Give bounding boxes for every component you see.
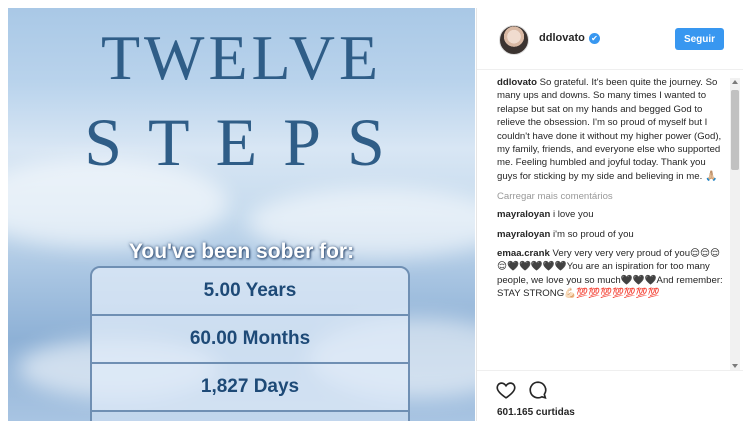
comment-item: mayraloyan i'm so proud of you: [497, 228, 723, 241]
comment-username[interactable]: mayraloyan: [497, 209, 550, 220]
sobriety-counter: 5.00 Years 60.00 Months 1,827 Days: [90, 266, 410, 421]
post-image[interactable]: TWELVE STEPS You've been sober for: 5.00…: [8, 8, 475, 421]
scroll-thumb[interactable]: [731, 90, 739, 170]
post-header: ddlovato ✔ Seguir: [477, 8, 743, 70]
avatar[interactable]: [499, 25, 529, 55]
counter-days: 1,827 Days: [92, 364, 408, 412]
caption-text: So grateful. It's been quite the journey…: [497, 77, 722, 182]
caption: ddlovato So grateful. It's been quite th…: [497, 76, 723, 183]
comment-text: i'm so proud of you: [553, 228, 634, 240]
verified-badge-icon: ✔: [589, 33, 600, 44]
heart-outline-icon[interactable]: [495, 379, 517, 401]
counter-months: 60.00 Months: [92, 316, 408, 364]
comment-username[interactable]: emaa.crank: [497, 248, 550, 259]
load-more-comments-link[interactable]: Carregar mais comentários: [497, 191, 723, 202]
sober-heading: You've been sober for:: [128, 240, 355, 263]
comments-list[interactable]: ddlovato So grateful. It's been quite th…: [477, 76, 729, 368]
comment-item: emaa.crank Very very very very proud of …: [497, 247, 723, 301]
likes-count[interactable]: 601.165 curtidas: [497, 407, 575, 418]
follow-button[interactable]: Seguir: [675, 28, 724, 50]
scroll-down-arrow-icon[interactable]: [732, 364, 738, 368]
praying-hands-emoji: 🙏🏼: [704, 170, 718, 182]
comment-item: mayraloyan i love you: [497, 208, 723, 221]
post-actions: 601.165 curtidas: [477, 370, 743, 421]
caption-username[interactable]: ddlovato: [497, 77, 537, 88]
image-title-line1: TWELVE: [100, 22, 383, 93]
counter-years: 5.00 Years: [92, 268, 408, 316]
image-title-line2: STEPS: [84, 104, 411, 180]
comments-scrollbar[interactable]: [730, 78, 740, 370]
comment-text: i love you: [553, 209, 594, 221]
comment-username[interactable]: mayraloyan: [497, 229, 550, 240]
scroll-up-arrow-icon[interactable]: [732, 80, 738, 84]
speech-bubble-icon[interactable]: [527, 379, 549, 401]
post-details-panel: ddlovato ✔ Seguir ddlovato So grateful. …: [476, 8, 743, 421]
header-username[interactable]: ddlovato: [539, 32, 585, 44]
